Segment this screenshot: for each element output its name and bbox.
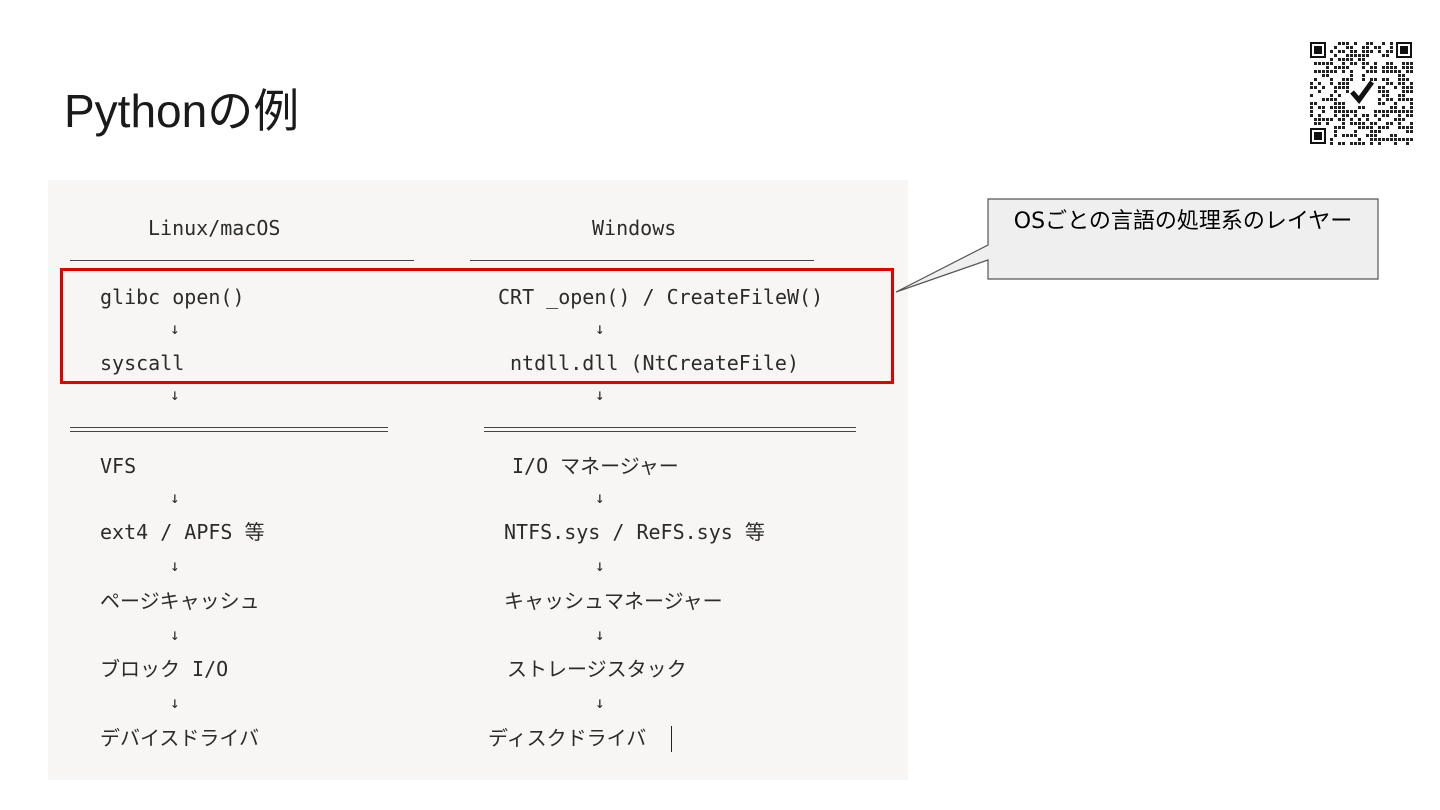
- runtime-layer-highlight: [60, 268, 894, 384]
- arrow-icon: ↓: [595, 556, 605, 575]
- windows-header-rule: [470, 260, 814, 261]
- windows-column-header: Windows: [592, 216, 677, 240]
- arrow-icon: ↓: [595, 488, 605, 507]
- qr-code-icon: [1308, 40, 1414, 146]
- arrow-icon: ↓: [170, 385, 180, 404]
- windows-kernel-item: I/O マネージャー: [512, 454, 679, 478]
- arrow-icon: ↓: [595, 625, 605, 644]
- windows-kernel-item: ディスクドライバ: [488, 726, 647, 750]
- callout-text: OSごとの言語の処理系のレイヤー: [1013, 209, 1353, 234]
- page-title: Pythonの例: [64, 85, 300, 137]
- linux-kernel-boundary: [70, 427, 388, 432]
- arrow-icon: ↓: [595, 693, 605, 712]
- windows-kernel-item: NTFS.sys / ReFS.sys 等: [504, 520, 765, 544]
- linux-header-rule: [70, 260, 414, 261]
- windows-kernel-boundary: [484, 427, 856, 432]
- linux-kernel-item: ext4 / APFS 等: [100, 520, 265, 544]
- arrow-icon: ↓: [170, 693, 180, 712]
- linux-kernel-item: VFS: [100, 454, 137, 478]
- linux-kernel-item: ページキャッシュ: [100, 589, 260, 613]
- windows-kernel-item: キャッシュマネージャー: [504, 589, 723, 613]
- arrow-icon: ↓: [595, 385, 605, 404]
- linux-kernel-item: ブロック I/O: [100, 657, 229, 681]
- arrow-icon: ↓: [170, 488, 180, 507]
- text-cursor: [671, 726, 672, 752]
- linux-kernel-item: デバイスドライバ: [100, 726, 259, 750]
- arrow-icon: ↓: [170, 625, 180, 644]
- windows-kernel-item: ストレージスタック: [507, 657, 687, 681]
- arrow-icon: ↓: [170, 556, 180, 575]
- linux-column-header: Linux/macOS: [148, 216, 281, 240]
